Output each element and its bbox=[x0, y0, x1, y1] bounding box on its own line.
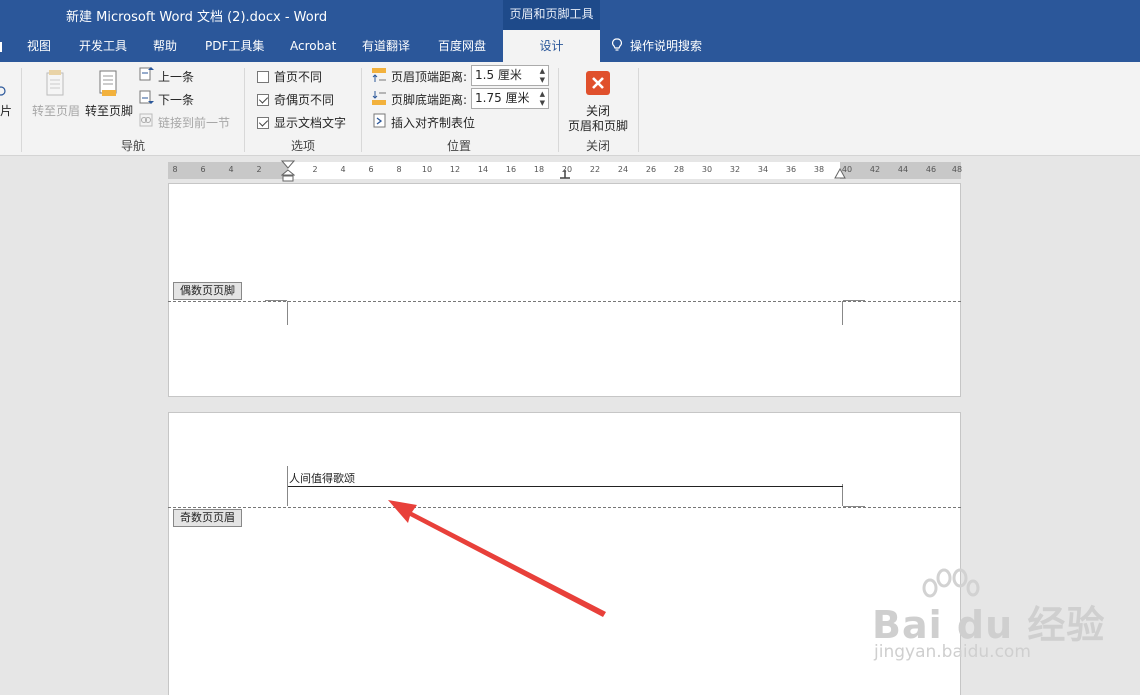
watermark-brand: Bai du 经验 bbox=[872, 603, 1106, 647]
baidu-jingyan-watermark: Bai du 经验 jingyan.baidu.com bbox=[872, 572, 1106, 662]
watermark-url: jingyan.baidu.com bbox=[874, 642, 1031, 662]
